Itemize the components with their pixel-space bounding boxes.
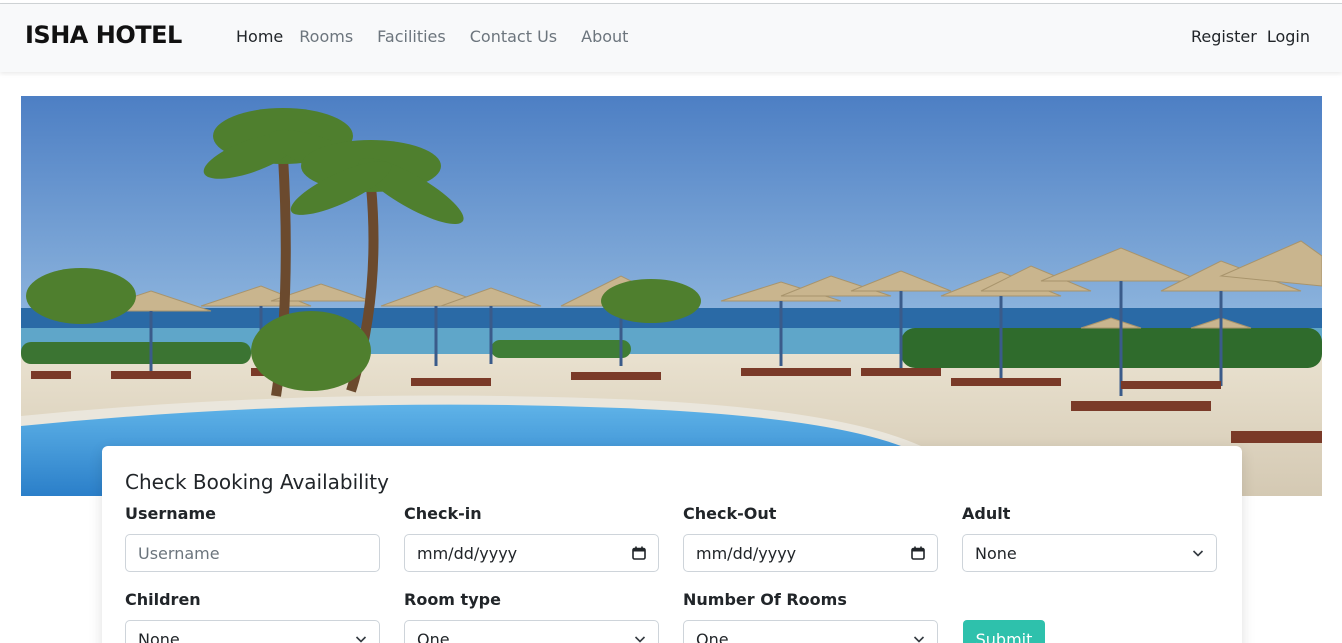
brand-logo[interactable]: ISHA HOTEL xyxy=(25,21,182,49)
checkin-date-value: mm/dd/yyyy xyxy=(417,543,518,563)
number-of-rooms-select[interactable]: One xyxy=(683,620,938,643)
room-type-select-value: One xyxy=(417,629,450,643)
register-link[interactable]: Register xyxy=(1191,27,1257,46)
room-type-label: Room type xyxy=(404,590,501,609)
booking-card-title: Check Booking Availability xyxy=(125,470,389,494)
nav-link-facilities[interactable]: Facilities xyxy=(377,27,446,46)
adult-select-value: None xyxy=(975,543,1017,563)
username-input[interactable] xyxy=(138,543,367,563)
calendar-icon[interactable] xyxy=(911,546,925,560)
adult-label: Adult xyxy=(962,504,1011,523)
booking-card: Check Booking Availability Username Chec… xyxy=(102,446,1242,643)
checkout-date-input[interactable]: mm/dd/yyyy xyxy=(683,534,938,572)
login-link[interactable]: Login xyxy=(1267,27,1310,46)
username-field[interactable] xyxy=(125,534,380,572)
chevron-down-icon xyxy=(634,636,646,643)
nav-links: Home Rooms Facilities Contact Us About xyxy=(236,27,652,46)
navbar: ISHA HOTEL Home Rooms Facilities Contact… xyxy=(0,4,1342,72)
resort-pool-beach-palm-trees-photo xyxy=(21,96,1322,496)
checkin-label: Check-in xyxy=(404,504,482,523)
chevron-down-icon xyxy=(913,636,925,643)
room-type-select[interactable]: One xyxy=(404,620,659,643)
checkin-date-input[interactable]: mm/dd/yyyy xyxy=(404,534,659,572)
nav-link-about[interactable]: About xyxy=(581,27,628,46)
checkout-date-value: mm/dd/yyyy xyxy=(696,543,797,563)
number-of-rooms-label: Number Of Rooms xyxy=(683,590,847,609)
number-of-rooms-select-value: One xyxy=(696,629,729,643)
nav-link-home[interactable]: Home xyxy=(236,27,283,46)
username-label: Username xyxy=(125,504,216,523)
nav-link-contact-us[interactable]: Contact Us xyxy=(470,27,557,46)
auth-links: Register Login xyxy=(1181,27,1310,46)
children-label: Children xyxy=(125,590,201,609)
children-select[interactable]: None xyxy=(125,620,380,643)
calendar-icon[interactable] xyxy=(632,546,646,560)
nav-link-rooms[interactable]: Rooms xyxy=(299,27,353,46)
adult-select[interactable]: None xyxy=(962,534,1217,572)
hero-image xyxy=(21,96,1322,496)
checkout-label: Check-Out xyxy=(683,504,777,523)
submit-button[interactable]: Submit xyxy=(963,620,1045,643)
children-select-value: None xyxy=(138,629,180,643)
chevron-down-icon xyxy=(355,636,367,643)
chevron-down-icon xyxy=(1192,550,1204,557)
